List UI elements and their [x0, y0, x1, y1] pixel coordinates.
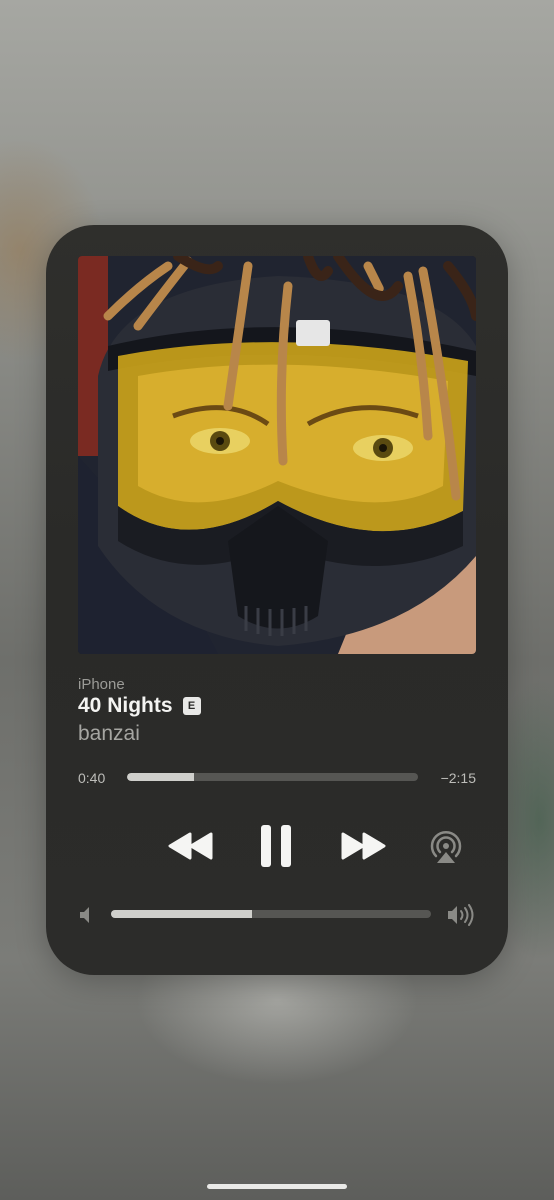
explicit-badge: E	[182, 697, 201, 715]
album-artwork[interactable]	[78, 256, 476, 654]
volume-max-indicator	[446, 904, 476, 931]
output-device-label: iPhone	[78, 676, 125, 693]
fast-forward-icon	[341, 832, 386, 860]
volume-slider[interactable]	[111, 910, 431, 918]
playback-scrubber[interactable]	[127, 773, 418, 781]
rewind-icon	[168, 832, 213, 860]
pause-icon	[261, 825, 291, 867]
volume-level-fill	[111, 910, 252, 918]
fast-forward-button[interactable]	[340, 832, 386, 865]
home-indicator[interactable]	[207, 1184, 347, 1189]
track-title-row: 40 Nights E	[78, 694, 201, 718]
volume-min-indicator	[78, 906, 94, 929]
speaker-low-icon	[80, 907, 89, 923]
remaining-time: −2:15	[440, 770, 476, 786]
airplay-button[interactable]	[427, 828, 465, 871]
track-title: 40 Nights	[78, 694, 173, 717]
playback-progress-fill	[127, 773, 194, 781]
speaker-high-icon	[448, 904, 474, 926]
artist-name[interactable]: banzai	[78, 722, 140, 746]
pause-button[interactable]	[259, 824, 293, 873]
elapsed-time: 0:40	[78, 770, 106, 786]
airplay-icon	[430, 830, 462, 863]
rewind-button[interactable]	[168, 832, 214, 865]
